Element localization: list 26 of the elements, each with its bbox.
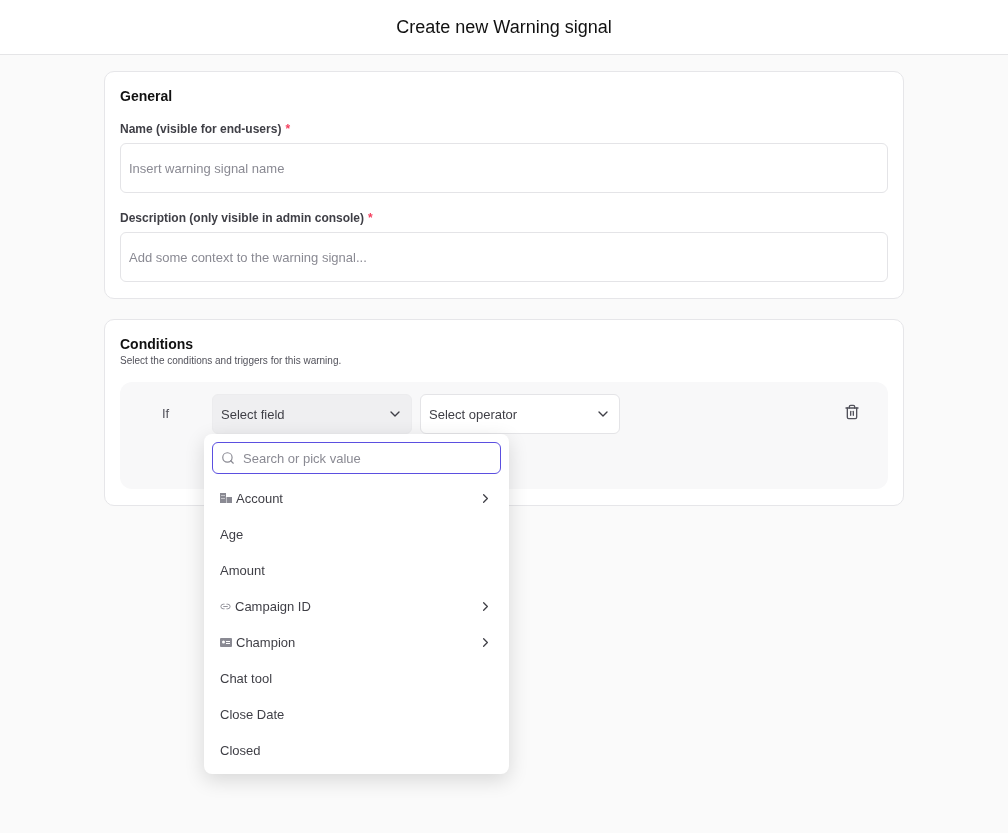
section-subtitle: Select the conditions and triggers for this warning. xyxy=(120,355,343,366)
input-field[interactable]: Add some context to the warning signal... xyxy=(120,232,888,282)
delete-icon[interactable] xyxy=(844,404,860,420)
menu-item[interactable]: Amount xyxy=(212,552,501,588)
building-icon xyxy=(220,493,232,503)
id-card-icon xyxy=(220,637,232,647)
required-mark: * xyxy=(285,122,291,136)
menu-item[interactable]: Close Date xyxy=(212,696,501,732)
menu-item[interactable]: Age xyxy=(212,516,501,552)
menu-item[interactable]: Account xyxy=(212,480,501,516)
page-title: Create new Warning signal xyxy=(396,16,612,38)
operator-select[interactable]: Select operator xyxy=(420,394,620,434)
condition-prefix: If xyxy=(162,405,171,423)
input-field[interactable]: Insert warning signal name xyxy=(120,143,888,193)
search-icon xyxy=(221,451,235,465)
menu-item[interactable]: Campaign ID xyxy=(212,588,501,624)
field-label: Description (only visible in admin console) * xyxy=(120,211,374,225)
menu-item[interactable]: Closed xyxy=(212,732,501,768)
field-select[interactable]: Select field xyxy=(212,394,412,434)
required-mark: * xyxy=(368,211,373,225)
section-title: Conditions xyxy=(120,336,195,352)
menu-item[interactable]: Chat tool xyxy=(212,660,501,696)
menu-item[interactable]: Champion xyxy=(212,624,501,660)
section-title: General xyxy=(120,88,174,104)
search-field[interactable]: Search or pick value xyxy=(212,442,501,474)
field-label: Name (visible for end-users) * xyxy=(120,122,292,136)
